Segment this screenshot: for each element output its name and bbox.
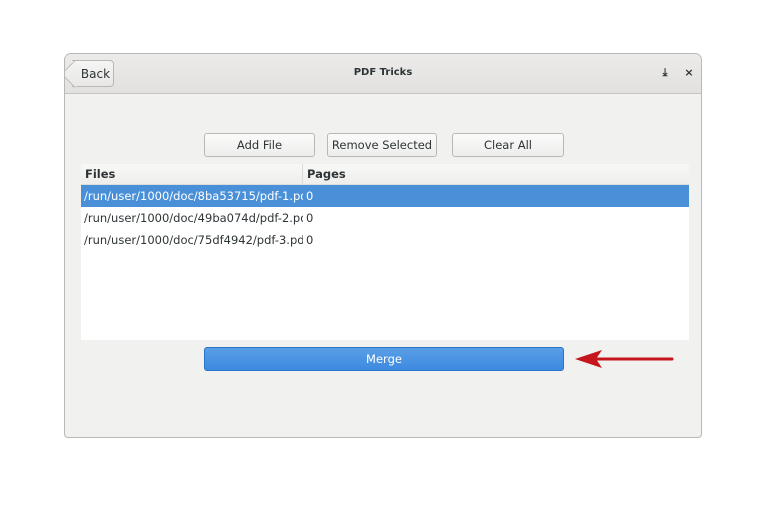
- close-icon[interactable]: ×: [682, 66, 696, 80]
- files-table: Files Pages /run/user/1000/doc/8ba53715/…: [81, 164, 689, 340]
- table-header: Files Pages: [81, 164, 689, 185]
- column-header-files[interactable]: Files: [81, 164, 303, 184]
- pages-cell: 0: [306, 211, 314, 225]
- clear-all-label: Clear All: [484, 138, 532, 152]
- file-path-cell: /run/user/1000/doc/8ba53715/pdf-1.pdf: [84, 189, 303, 203]
- merge-button[interactable]: Merge: [204, 347, 564, 371]
- pages-cell: 0: [306, 233, 314, 247]
- file-path-cell: /run/user/1000/doc/75df4942/pdf-3.pdf: [84, 233, 303, 247]
- add-file-button[interactable]: Add File: [204, 133, 315, 157]
- download-arrow-icon[interactable]: ⤓: [658, 66, 672, 80]
- header-bar: Back PDF Tricks ⤓ ×: [65, 54, 701, 94]
- remove-selected-button[interactable]: Remove Selected: [327, 133, 437, 157]
- left-arrow-icon: [575, 350, 674, 368]
- window-title: PDF Tricks: [353, 67, 413, 78]
- table-row[interactable]: /run/user/1000/doc/75df4942/pdf-3.pdf 0: [81, 229, 689, 251]
- file-path-cell: /run/user/1000/doc/49ba074d/pdf-2.pdf: [84, 211, 303, 225]
- app-window: Back PDF Tricks ⤓ × Add File Remove Sele…: [64, 53, 702, 438]
- merge-label: Merge: [366, 352, 402, 366]
- pages-cell: 0: [306, 189, 314, 203]
- remove-selected-label: Remove Selected: [331, 138, 433, 152]
- table-row[interactable]: /run/user/1000/doc/49ba074d/pdf-2.pdf 0: [81, 207, 689, 229]
- table-row[interactable]: /run/user/1000/doc/8ba53715/pdf-1.pdf 0: [81, 185, 689, 207]
- back-button-label: Back: [80, 66, 111, 81]
- column-header-pages[interactable]: Pages: [303, 164, 689, 184]
- clear-all-button[interactable]: Clear All: [452, 133, 564, 157]
- add-file-label: Add File: [236, 138, 283, 152]
